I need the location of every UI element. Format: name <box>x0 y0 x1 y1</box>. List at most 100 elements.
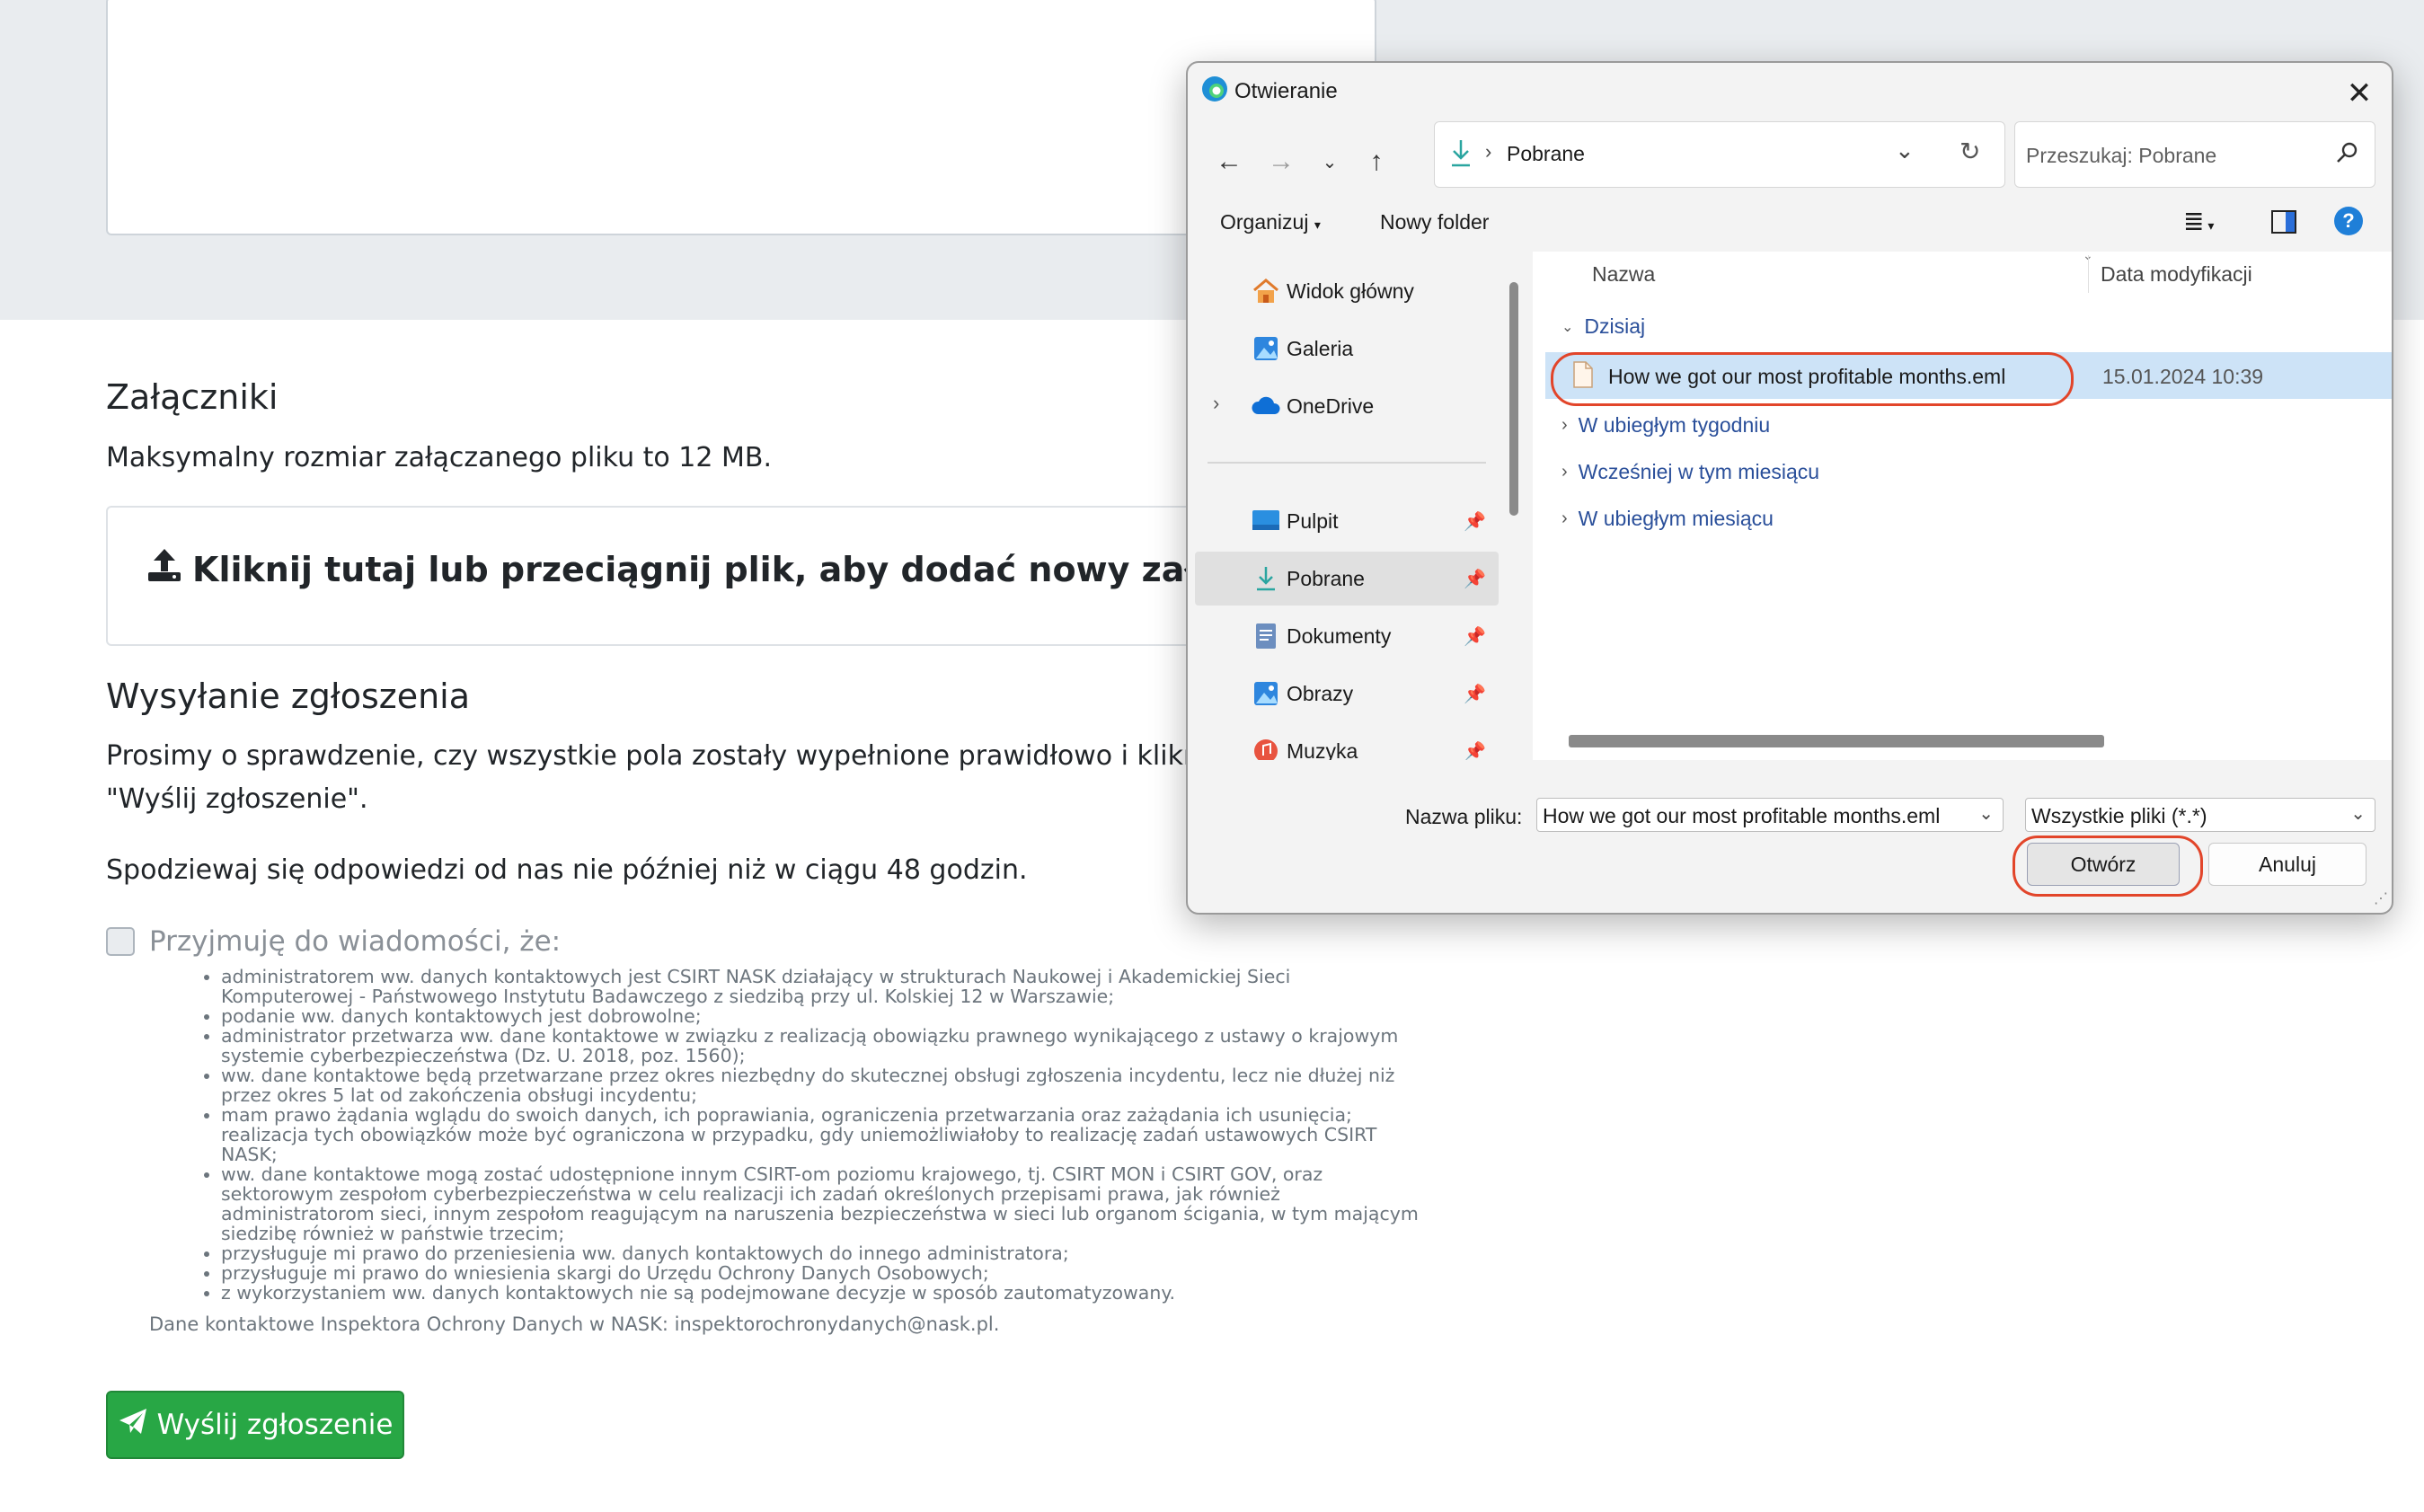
nav-scrollbar[interactable] <box>1509 282 1518 516</box>
file-list <box>1533 252 2392 760</box>
response-time-note: Spodziewaj się odpowiedzi od nas nie póź… <box>106 854 1028 886</box>
group-today[interactable]: ⌄ Dzisiaj <box>1561 314 1645 339</box>
resize-grip-icon[interactable]: ⋰ <box>2374 889 2388 907</box>
filename-input[interactable]: How we got our most profitable months.em… <box>1536 798 2004 832</box>
list-item: ww. dane kontaktowe mogą zostać udostępn… <box>221 1164 1425 1243</box>
address-path: Pobrane <box>1507 142 1585 165</box>
pin-icon[interactable]: 📌 <box>1464 510 1486 533</box>
gallery-icon <box>1251 333 1281 364</box>
column-header-name[interactable]: Nazwa <box>1592 262 1655 287</box>
list-item: administratorem ww. danych kontaktowych … <box>221 967 1425 1006</box>
documents-icon <box>1251 621 1281 651</box>
filename-value: How we got our most profitable months.em… <box>1543 804 1941 827</box>
filename-label: Nazwa pliku: <box>1405 805 1523 828</box>
search-icon <box>2335 140 2360 170</box>
search-box[interactable]: Przeszukaj: Pobrane <box>2014 121 2375 188</box>
desktop-icon <box>1251 506 1281 536</box>
new-folder-button[interactable]: Nowy folder <box>1380 210 1489 234</box>
recent-locations-chevron-icon[interactable]: ⌄ <box>1310 135 1349 189</box>
expand-chevron-icon[interactable]: › <box>1213 392 1219 415</box>
list-item: administrator przetwarza ww. dane kontak… <box>221 1026 1425 1065</box>
iod-contact: Dane kontaktowe Inspektora Ochrony Danyc… <box>149 1313 1000 1335</box>
send-report-button[interactable]: Wyślij zgłoszenie <box>106 1391 404 1459</box>
group-last-week[interactable]: › W ubiegłym tygodniu <box>1561 413 1770 438</box>
pin-icon[interactable]: 📌 <box>1464 683 1486 705</box>
horizontal-scrollbar[interactable] <box>1569 735 2104 747</box>
sidebar-item-music[interactable]: Muzyka 📌 <box>1195 724 1499 760</box>
pin-icon[interactable]: 📌 <box>1464 568 1486 590</box>
list-item: mam prawo żądania wglądu do swoich danyc… <box>221 1105 1425 1164</box>
list-item: przysługuje mi prawo do przeniesienia ww… <box>221 1243 1425 1263</box>
onedrive-icon <box>1251 391 1281 421</box>
close-icon[interactable]: ✕ <box>2341 75 2377 111</box>
send-button-label: Wyślij zgłoszenie <box>156 1409 394 1441</box>
back-arrow-icon[interactable]: ← <box>1209 135 1249 189</box>
refresh-icon[interactable]: ↻ <box>1960 137 1980 166</box>
gdpr-info-list: administratorem ww. danych kontaktowych … <box>180 967 1425 1303</box>
download-icon <box>1449 138 1473 173</box>
nav-divider <box>1208 462 1486 464</box>
drop-zone-text: Kliknij tutaj lub przeciągnij plik, aby … <box>192 549 1332 589</box>
group-label: Wcześniej w tym miesiącu <box>1578 460 1820 483</box>
sidebar-item-label: Widok główny <box>1287 279 1414 303</box>
filetype-select[interactable]: Wszystkie pliki (*.*) ⌄ <box>2025 798 2375 832</box>
open-button-highlight-marker <box>2013 836 2203 897</box>
breadcrumb-separator-icon: › <box>1485 140 1492 163</box>
address-dropdown-chevron-icon[interactable]: ⌄ <box>1895 137 1915 164</box>
attachments-note: Maksymalny rozmiar załączanego pliku to … <box>106 442 773 473</box>
acknowledge-label: Przyjmuję do wiadomości, że: <box>149 925 562 958</box>
search-placeholder: Przeszukaj: Pobrane <box>2026 144 2217 167</box>
sidebar-item-label: OneDrive <box>1287 394 1375 418</box>
organize-menu[interactable]: Organizuj ▾ <box>1220 210 1321 234</box>
list-item: przysługuje mi prawo do wniesienia skarg… <box>221 1263 1425 1283</box>
column-header-date[interactable]: Data modyfikacji <box>2101 262 2252 287</box>
up-arrow-icon[interactable]: ↑ <box>1357 135 1396 189</box>
filetype-chevron-icon: ⌄ <box>2350 804 2366 824</box>
pictures-icon <box>1251 678 1281 709</box>
sidebar-item-home[interactable]: Widok główny <box>1195 264 1499 318</box>
address-bar[interactable]: › Pobrane ⌄ ↻ <box>1434 121 2005 188</box>
expand-chevron-icon: › <box>1561 508 1568 528</box>
home-icon <box>1251 276 1281 306</box>
group-earlier-this-month[interactable]: › Wcześniej w tym miesiącu <box>1561 460 1819 484</box>
attachments-heading: Załączniki <box>106 377 279 417</box>
sidebar-item-onedrive[interactable]: › OneDrive <box>1195 379 1499 433</box>
sidebar-item-gallery[interactable]: Galeria <box>1195 322 1499 376</box>
group-last-month[interactable]: › W ubiegłym miesiącu <box>1561 507 1774 531</box>
sidebar-item-pictures[interactable]: Obrazy 📌 <box>1195 667 1499 721</box>
sidebar-item-documents[interactable]: Dokumenty 📌 <box>1195 609 1499 663</box>
forward-arrow-icon[interactable]: → <box>1261 135 1301 189</box>
filename-dropdown-chevron-icon[interactable]: ⌄ <box>1978 802 1994 825</box>
sidebar-item-label: Obrazy <box>1287 682 1354 705</box>
acknowledge-checkbox[interactable] <box>106 927 135 956</box>
list-item: z wykorzystaniem ww. danych kontaktowych… <box>221 1283 1425 1303</box>
organize-label: Organizuj <box>1220 210 1309 234</box>
collapse-chevron-icon: ⌄ <box>1561 319 1574 335</box>
help-icon[interactable]: ? <box>2334 207 2363 235</box>
submit-instructions-line2: "Wyślij zgłoszenie". <box>106 783 368 815</box>
sidebar-item-downloads[interactable]: Pobrane 📌 <box>1195 552 1499 606</box>
dialog-title: Otwieranie <box>1234 79 1338 103</box>
expand-chevron-icon: › <box>1561 462 1568 482</box>
file-date: 15.01.2024 10:39 <box>2102 365 2264 388</box>
submit-instructions-line1: Prosimy o sprawdzenie, czy wszystkie pol… <box>106 740 1264 772</box>
cancel-button[interactable]: Anuluj <box>2208 843 2366 886</box>
pin-icon[interactable]: 📌 <box>1464 740 1486 760</box>
column-divider[interactable] <box>2088 255 2089 293</box>
sidebar-item-desktop[interactable]: Pulpit 📌 <box>1195 494 1499 548</box>
view-options-icon[interactable]: ≣ ▾ <box>2183 207 2214 236</box>
group-label: W ubiegłym tygodniu <box>1578 413 1771 437</box>
sidebar-item-label: Dokumenty <box>1287 624 1392 648</box>
paper-plane-icon <box>118 1407 148 1443</box>
list-item: podanie ww. danych kontaktowych jest dob… <box>221 1006 1425 1026</box>
dialog-titlebar: Otwieranie <box>1200 74 1338 110</box>
sidebar-item-label: Pobrane <box>1287 567 1365 590</box>
filetype-value: Wszystkie pliki (*.*) <box>2031 804 2207 827</box>
file-highlight-marker <box>1551 352 2074 406</box>
upload-icon <box>146 547 183 591</box>
open-file-dialog: Otwieranie ✕ ← → ⌄ ↑ › Pobrane ⌄ ↻ Przes… <box>1186 61 2393 915</box>
organize-chevron-icon: ▾ <box>1314 217 1321 232</box>
preview-pane-icon[interactable] <box>2271 210 2296 234</box>
download-icon <box>1251 563 1281 594</box>
pin-icon[interactable]: 📌 <box>1464 625 1486 648</box>
